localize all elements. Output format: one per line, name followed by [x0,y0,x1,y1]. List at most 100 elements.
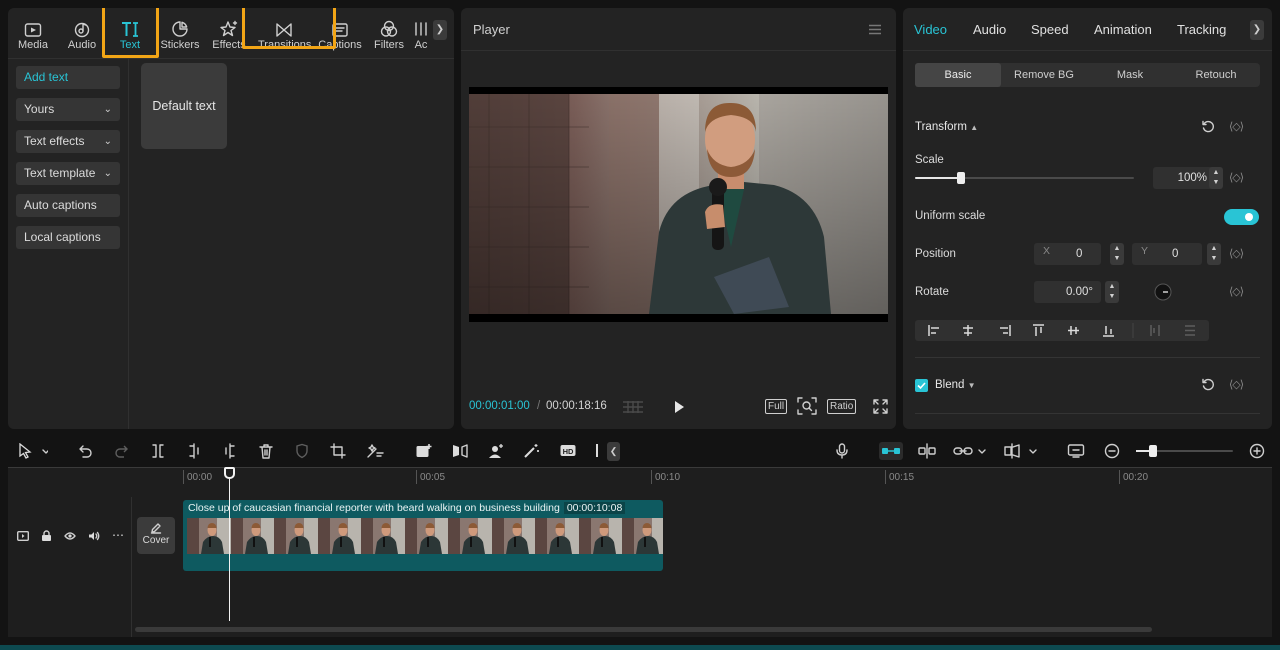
sidebar-item-text-effects[interactable]: Text effects ⌄ [16,130,120,153]
rotate-stepper[interactable]: ▲ ▼ [1105,281,1119,303]
tab-captions[interactable]: Captions [316,8,364,58]
playhead-handle[interactable] [224,467,235,479]
subtab-remove-bg[interactable]: Remove BG [1001,63,1087,87]
split-button[interactable] [150,443,166,459]
tabs-scroll-right-button[interactable]: ❯ [1250,20,1264,40]
zoom-in-button[interactable] [1249,443,1265,459]
position-x-input[interactable]: X 0 [1034,243,1101,265]
hide-track-button[interactable] [64,531,76,541]
tab-video[interactable]: Video [914,22,947,37]
tab-label: Captions [318,39,362,51]
tab-stickers[interactable]: Stickers [156,8,204,58]
zoom-slider-handle[interactable] [1149,445,1158,457]
timeline-zoom-slider[interactable] [1136,445,1233,457]
subtab-basic[interactable]: Basic [915,63,1001,87]
undo-button[interactable] [77,443,93,459]
full-button[interactable]: Full [765,399,788,414]
zoom-out-button[interactable] [1104,443,1120,459]
keyframe-nav-icon[interactable]: ⟨◇⟩ [1229,285,1244,298]
blend-section-toggle[interactable]: Blend ▼ [935,379,976,391]
sidebar-item-local-captions[interactable]: Local captions [16,226,120,249]
rotate-dial[interactable] [1154,283,1172,301]
person-effect-button[interactable] [487,443,505,459]
redo-icon [115,445,128,458]
mirror-button[interactable] [451,443,469,459]
tab-adjustment[interactable]: Ac [410,8,432,58]
tab-text[interactable]: Text [106,8,154,58]
uniform-scale-toggle[interactable] [1224,209,1259,225]
crop-button[interactable] [330,443,346,459]
position-y-input[interactable]: Y 0 [1132,243,1202,265]
timeline-scrollbar[interactable] [135,627,1152,632]
preview-axis-button[interactable] [1003,443,1039,459]
sidebar-item-yours[interactable]: Yours ⌄ [16,98,120,121]
tab-audio[interactable]: Audio [58,8,106,58]
main-track-magnet-button[interactable] [879,442,903,460]
subtab-mask[interactable]: Mask [1087,63,1173,87]
more-options-icon[interactable]: ⋯ [112,528,124,542]
ai-edit-button[interactable] [366,443,384,459]
redo-button[interactable] [114,443,130,459]
position-x-stepper[interactable]: ▲ ▼ [1110,243,1124,265]
timecode-grid-icon[interactable] [622,400,644,414]
scale-slider-handle[interactable] [956,172,965,184]
split-left-button[interactable] [186,443,202,459]
sidebar-item-add-text[interactable]: Add text [16,66,120,89]
ratio-button[interactable]: Ratio [827,399,857,414]
tab-filters[interactable]: Filters [365,8,413,58]
tab-transitions[interactable]: Transitions [258,8,311,58]
time-ruler[interactable]: 00:00 00:05 00:10 00:15 00:20 [133,467,1272,489]
reset-transform-button[interactable] [1201,120,1215,134]
tab-effects[interactable]: Effects [205,8,253,58]
rotate-dial-icon [1154,283,1172,301]
position-y-stepper[interactable]: ▲ ▼ [1207,243,1221,265]
auto-snap-button[interactable] [917,443,937,459]
tabs-scroll-right-button[interactable]: ❯ [433,20,447,40]
keyframe-nav-icon[interactable]: ⟨◇⟩ [1229,171,1244,184]
add-text-track-button[interactable] [415,443,433,459]
lock-track-button[interactable] [41,530,52,542]
menu-icon[interactable] [868,24,882,35]
keyframe-nav-icon[interactable]: ⟨◇⟩ [1229,247,1244,260]
keyframe-nav-icon[interactable]: ⟨◇⟩ [1229,120,1244,133]
subtab-retouch[interactable]: Retouch [1173,63,1259,87]
zoom-fit-button[interactable] [797,397,817,415]
video-clip[interactable]: Close up of caucasian financial reporter… [183,500,663,571]
keyframe-nav-icon[interactable]: ⟨◇⟩ [1229,378,1244,391]
scale-input[interactable]: 100% [1153,167,1213,189]
sidebar-item-text-template[interactable]: Text template ⌄ [16,162,120,185]
fullscreen-button[interactable] [873,399,888,414]
tab-speed[interactable]: Speed [1031,22,1069,37]
scale-slider[interactable] [915,172,1134,184]
tab-audio-props[interactable]: Audio [973,22,1006,37]
record-voice-button[interactable] [835,443,849,459]
playhead[interactable] [229,467,230,621]
delete-button[interactable] [258,443,274,459]
tab-tracking[interactable]: Tracking [1177,22,1226,37]
sidebar-item-auto-captions[interactable]: Auto captions [16,194,120,217]
freeze-button[interactable] [294,443,310,459]
magic-wand-button[interactable] [523,443,541,459]
split-right-button[interactable] [222,443,238,459]
video-preview[interactable] [469,87,888,322]
collapse-toolbar-button[interactable]: ❮ [607,442,620,461]
add-text-icon [416,444,432,457]
play-button[interactable] [672,399,686,415]
scale-stepper[interactable]: ▲ ▼ [1209,167,1223,189]
rotate-input[interactable]: 0.00° [1034,281,1101,303]
mute-track-button[interactable] [88,531,100,541]
reset-blend-button[interactable] [1201,378,1215,392]
blend-checkbox[interactable] [915,379,928,392]
select-tool-button[interactable] [18,443,48,459]
timeline-fit-button[interactable] [1067,443,1085,459]
hd-button[interactable]: HD [559,443,579,459]
speaker-icon [89,531,100,541]
cover-button[interactable]: Cover [137,517,175,554]
link-button[interactable] [953,443,987,459]
transform-section-toggle[interactable]: Transform ▲ [915,121,978,133]
tab-animation[interactable]: Animation [1094,22,1152,37]
tab-media[interactable]: Media [9,8,57,58]
alignment-icons [928,323,1195,338]
default-text-preset[interactable]: Default text [141,63,227,149]
text-icon [106,8,154,38]
